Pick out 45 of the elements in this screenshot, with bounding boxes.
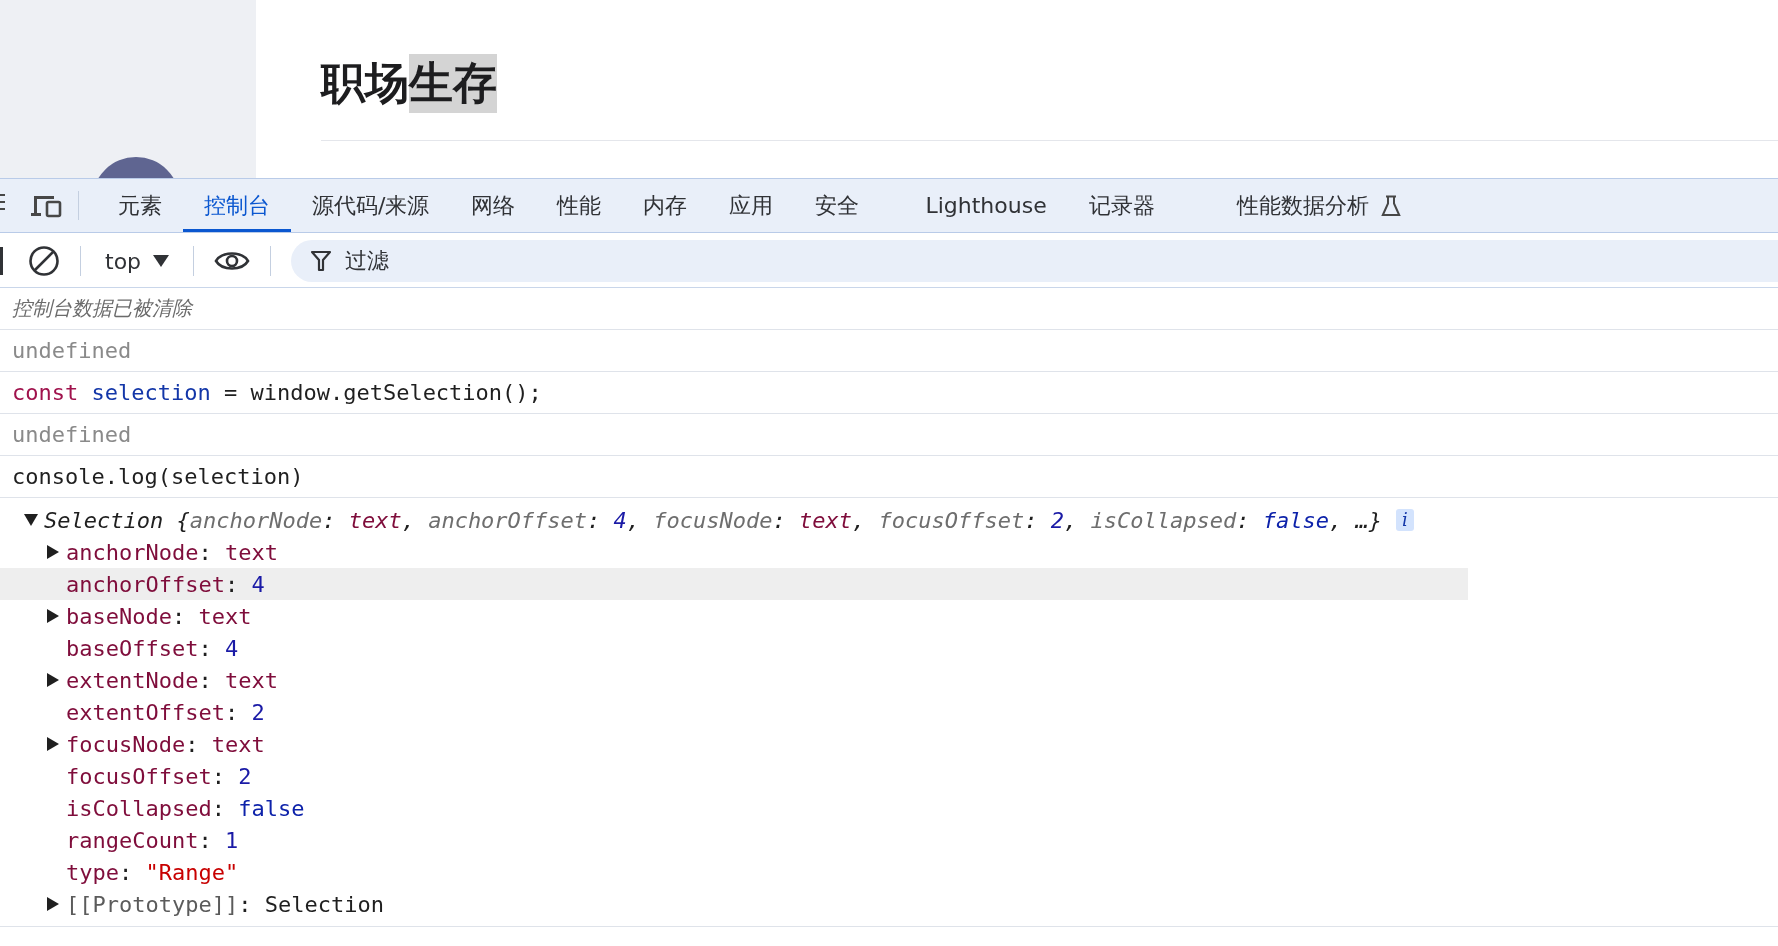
console-result: undefined bbox=[0, 414, 1778, 456]
collapse-triangle-icon[interactable] bbox=[24, 514, 38, 526]
panel-tab[interactable]: 源代码/来源 bbox=[291, 182, 451, 232]
panel-tab[interactable]: 应用 bbox=[708, 182, 795, 232]
panel-tab[interactable]: 网络 bbox=[450, 182, 537, 232]
property-entry: extentOffset: 2 bbox=[66, 699, 265, 725]
expand-triangle-icon[interactable] bbox=[47, 737, 59, 751]
property-entry: anchorNode: text bbox=[66, 539, 278, 565]
property-entry: extentNode: text bbox=[66, 667, 278, 693]
panel-tab[interactable]: 控制台 bbox=[183, 182, 291, 232]
panel-tab[interactable]: 性能数据分析 bbox=[1215, 182, 1422, 232]
context-dropdown[interactable]: top bbox=[101, 248, 174, 274]
property-entry: type: "Range" bbox=[66, 859, 239, 885]
property-entry: baseNode: text bbox=[66, 603, 252, 629]
info-badge[interactable]: i bbox=[1395, 509, 1414, 531]
object-summary: Selection {anchorNode: text, anchorOffset: 4, focusNode: text, focusOffset: 2, isCollapsed: false, …} bbox=[44, 507, 1382, 533]
property-entry: focusOffset: 2 bbox=[66, 763, 252, 789]
expand-triangle-icon[interactable] bbox=[47, 897, 59, 911]
panel-tab[interactable]: 安全 bbox=[794, 182, 881, 232]
console-command: console.log(selection) bbox=[0, 456, 1778, 498]
panel-tab[interactable]: 记录器 bbox=[1067, 182, 1176, 232]
property-entry: focusNode: text bbox=[66, 731, 265, 757]
article-title: 职场生存 bbox=[321, 48, 1778, 118]
console-result: undefined bbox=[0, 330, 1778, 372]
sidebar-icon[interactable] bbox=[0, 247, 4, 275]
panel-tab[interactable]: 元素 bbox=[97, 182, 183, 232]
expand-triangle-icon[interactable] bbox=[47, 673, 59, 687]
property-entry: anchorOffset: 4 bbox=[66, 571, 265, 597]
property-entry: rangeCount: 1 bbox=[66, 827, 239, 853]
clear-icon[interactable] bbox=[28, 245, 60, 277]
panel-tab[interactable]: 内存 bbox=[622, 182, 709, 232]
property-entry: [[Prototype]]: Selection bbox=[66, 891, 384, 917]
console-command: const selection = window.getSelection(); bbox=[0, 372, 1778, 414]
filter-field[interactable]: 过滤 bbox=[291, 240, 1778, 282]
panel-tab[interactable]: Lighthouse bbox=[904, 182, 1068, 232]
eye-icon[interactable] bbox=[214, 249, 251, 273]
expand-triangle-icon[interactable] bbox=[47, 545, 59, 559]
property-entry: baseOffset: 4 bbox=[66, 635, 239, 661]
console-message: 控制台数据已被清除 bbox=[0, 288, 1778, 330]
expand-triangle-icon[interactable] bbox=[47, 609, 59, 623]
flask-icon bbox=[1380, 194, 1401, 217]
caret-icon bbox=[153, 255, 170, 267]
property-entry: isCollapsed: false bbox=[66, 795, 305, 821]
panel-tab[interactable]: 性能 bbox=[536, 182, 623, 232]
filter-icon bbox=[311, 250, 332, 272]
